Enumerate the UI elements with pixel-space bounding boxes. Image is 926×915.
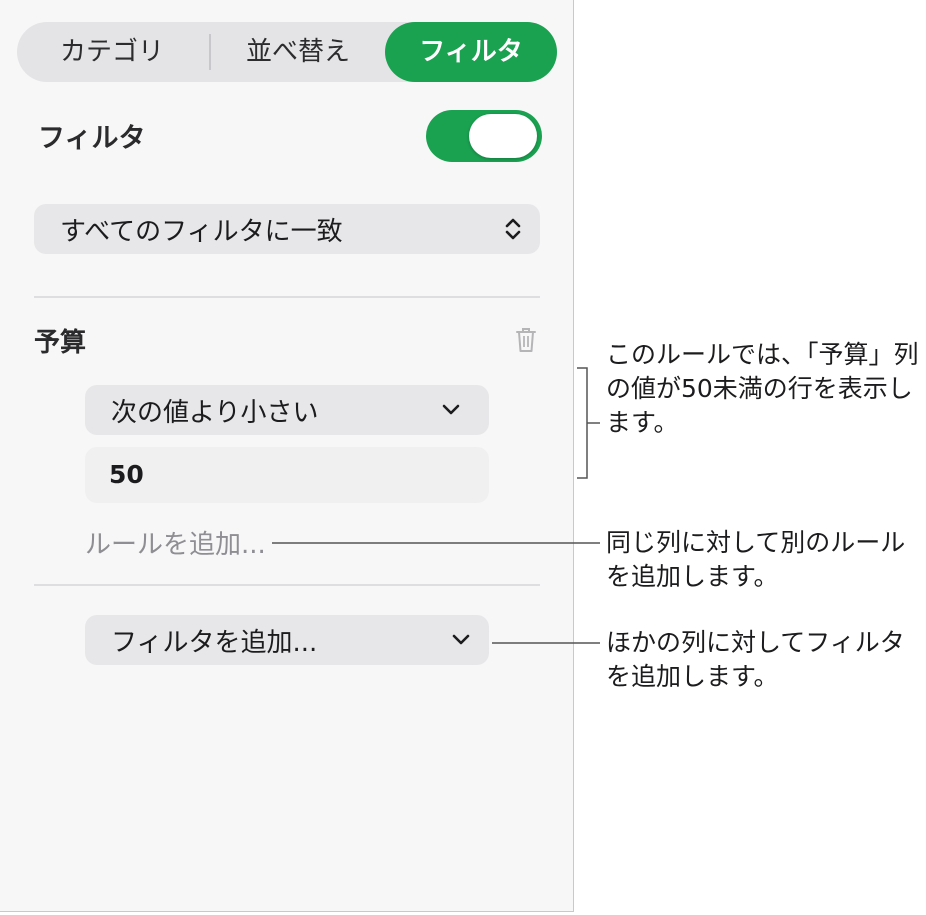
callout-add-rule: 同じ列に対して別のルールを追加します。 <box>606 528 906 591</box>
callout-rule: このルールでは、「予算」列の値が50未満の行を表示します。 <box>606 340 919 437</box>
callout-leaders <box>272 367 600 644</box>
callout-add-filter: ほかの列に対してフィルタを追加します。 <box>606 628 905 691</box>
